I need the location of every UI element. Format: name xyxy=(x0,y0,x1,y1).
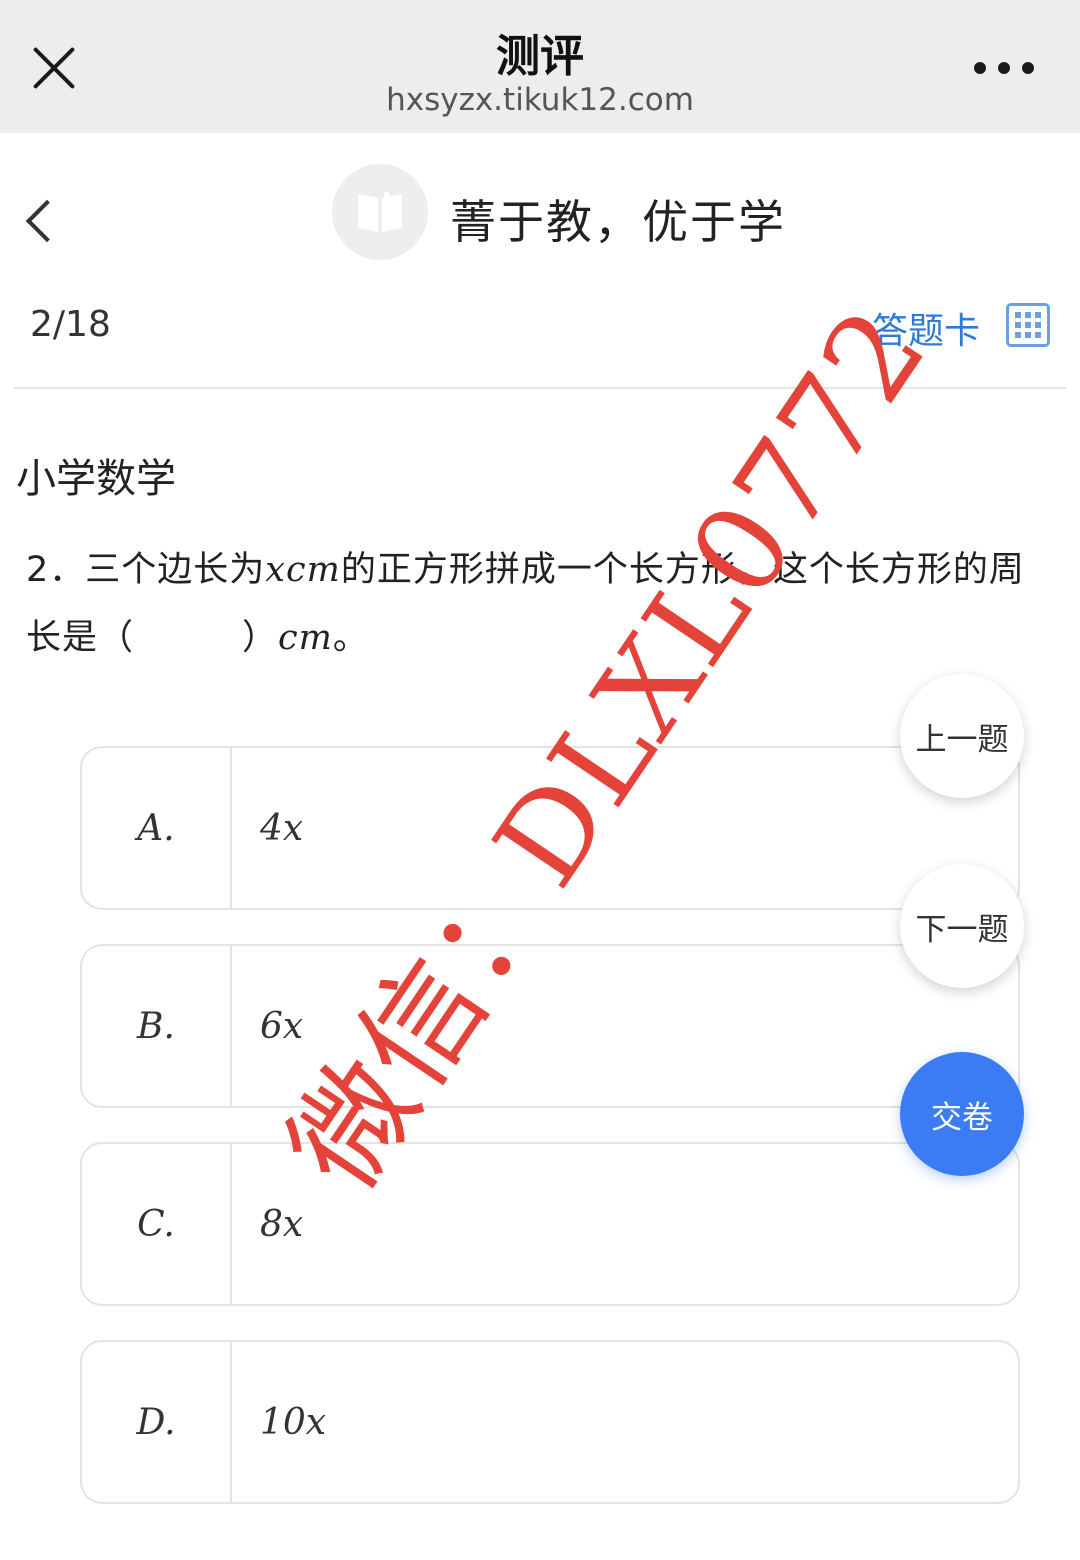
option-text: 4x xyxy=(260,807,304,849)
option-letter: B. xyxy=(82,946,232,1106)
subject-label: 小学数学 xyxy=(16,456,176,502)
math-variable: x xyxy=(265,550,287,590)
question-text-segment: 。 xyxy=(332,618,369,658)
option-d[interactable]: D. 10x xyxy=(80,1340,1020,1504)
page-url: hxsyzx.tikuk12.com xyxy=(386,82,694,118)
browser-topbar: 测评 hxsyzx.tikuk12.com xyxy=(0,0,1080,133)
question-number: 2． xyxy=(26,550,86,590)
question-progress: 2/18 xyxy=(30,304,111,345)
question-text-segment: ） xyxy=(242,618,279,658)
chevron-left-icon[interactable] xyxy=(18,194,68,250)
submit-exam-button[interactable]: 交卷 xyxy=(900,1052,1024,1176)
book-icon xyxy=(332,164,428,260)
next-question-button[interactable]: 下一题 xyxy=(900,864,1024,988)
page-title: 测评 xyxy=(496,31,584,82)
option-c[interactable]: C. 8x xyxy=(80,1142,1020,1306)
math-unit: cm xyxy=(286,550,341,590)
math-unit: cm xyxy=(278,618,333,658)
option-letter: D. xyxy=(82,1342,232,1502)
option-text: 10x xyxy=(260,1401,327,1443)
answer-blank xyxy=(134,618,242,658)
option-letter: C. xyxy=(82,1144,232,1304)
more-icon[interactable] xyxy=(974,60,1034,76)
question-text-segment: 三个边长为 xyxy=(85,550,266,590)
option-text: 8x xyxy=(260,1203,304,1245)
question-text: 2．三个边长为xcm的正方形拼成一个长方形，这个长方形的周长是（ ）cm。 xyxy=(26,536,1056,672)
option-letter: A. xyxy=(82,748,232,908)
prev-question-button[interactable]: 上一题 xyxy=(900,674,1024,798)
grid-icon[interactable] xyxy=(1006,303,1050,347)
school-slogan: 菁于教，优于学 xyxy=(450,195,786,249)
